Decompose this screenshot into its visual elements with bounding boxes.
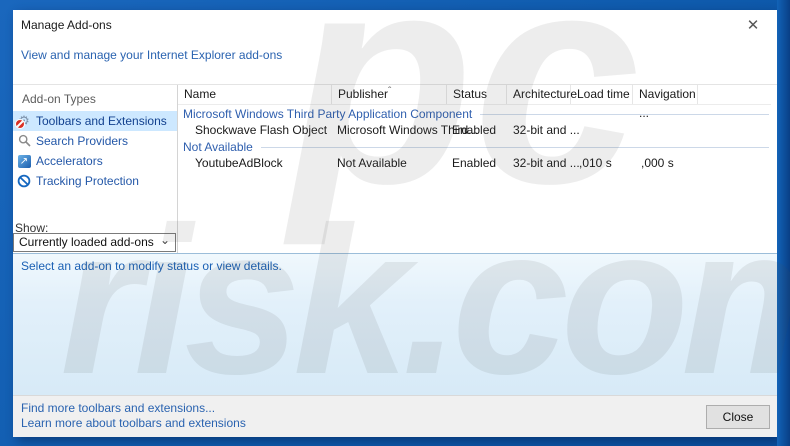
column-header-publisher[interactable]: Publisher ˆ (331, 85, 446, 104)
chevron-down-icon: ⌄ (159, 233, 170, 247)
content-area: Add-on Types ⚙ Toolbars and Extensions S… (13, 84, 777, 254)
sidebar-item-label: Accelerators (36, 154, 103, 168)
show-filter-dropdown[interactable]: Currently loaded add-ons ⌄ (13, 233, 176, 252)
group-header: Not Available (178, 139, 771, 155)
sort-ascending-icon: ˆ (388, 86, 392, 97)
column-header-navigation[interactable]: Navigation ... (632, 85, 697, 120)
header-divider (178, 104, 771, 105)
sidebar-item-search-providers[interactable]: Search Providers (13, 131, 177, 151)
sidebar-item-accelerators[interactable]: ↗ Accelerators (13, 151, 177, 171)
learn-more-link[interactable]: Learn more about toolbars and extensions (21, 416, 246, 430)
sidebar-item-label: Tracking Protection (36, 174, 139, 188)
toolbars-extensions-icon: ⚙ (15, 114, 31, 129)
desktop-edge (777, 0, 790, 446)
footer-bar: Find more toolbars and extensions... Lea… (13, 395, 777, 437)
addon-types-panel: Add-on Types ⚙ Toolbars and Extensions S… (13, 85, 178, 254)
tracking-protection-icon (17, 174, 31, 188)
sidebar-item-tracking-protection[interactable]: Tracking Protection (13, 171, 177, 191)
dialog-subtitle: View and manage your Internet Explorer a… (21, 48, 283, 62)
sidebar-item-label: Search Providers (36, 134, 129, 148)
dialog-title: Manage Add-ons (21, 18, 112, 32)
column-header-load-time[interactable]: Load time (570, 85, 632, 104)
table-row-youtubeadblock[interactable]: YoutubeAdBlock Not Available Enabled 32-… (178, 155, 771, 171)
column-header-status[interactable]: Status (446, 85, 506, 104)
table-row-shockwave-flash[interactable]: Shockwave Flash Object Microsoft Windows… (178, 122, 771, 138)
search-icon (17, 134, 31, 148)
column-header-blank (697, 85, 771, 104)
close-button[interactable]: Close (706, 405, 770, 429)
column-header-name[interactable]: Name (178, 85, 331, 104)
details-message: Select an add-on to modify status or vie… (21, 259, 282, 273)
addon-types-header: Add-on Types (22, 92, 96, 106)
find-more-link[interactable]: Find more toolbars and extensions... (21, 401, 215, 415)
sidebar-item-label: Toolbars and Extensions (36, 114, 167, 128)
column-header-architecture[interactable]: Architecture (506, 85, 577, 104)
manage-addons-dialog: Manage Add-ons ✕ View and manage your In… (13, 10, 777, 437)
addons-table: Name Publisher ˆ Status Architecture Loa… (178, 85, 777, 254)
group-header: Microsoft Windows Third Party Applicatio… (178, 106, 771, 122)
close-icon[interactable]: ✕ (743, 16, 763, 34)
accelerator-icon: ↗ (17, 154, 31, 168)
sidebar-item-toolbars-extensions[interactable]: ⚙ Toolbars and Extensions (13, 111, 177, 131)
show-filter-value: Currently loaded add-ons (19, 235, 154, 249)
details-pane: Select an add-on to modify status or vie… (13, 253, 777, 395)
